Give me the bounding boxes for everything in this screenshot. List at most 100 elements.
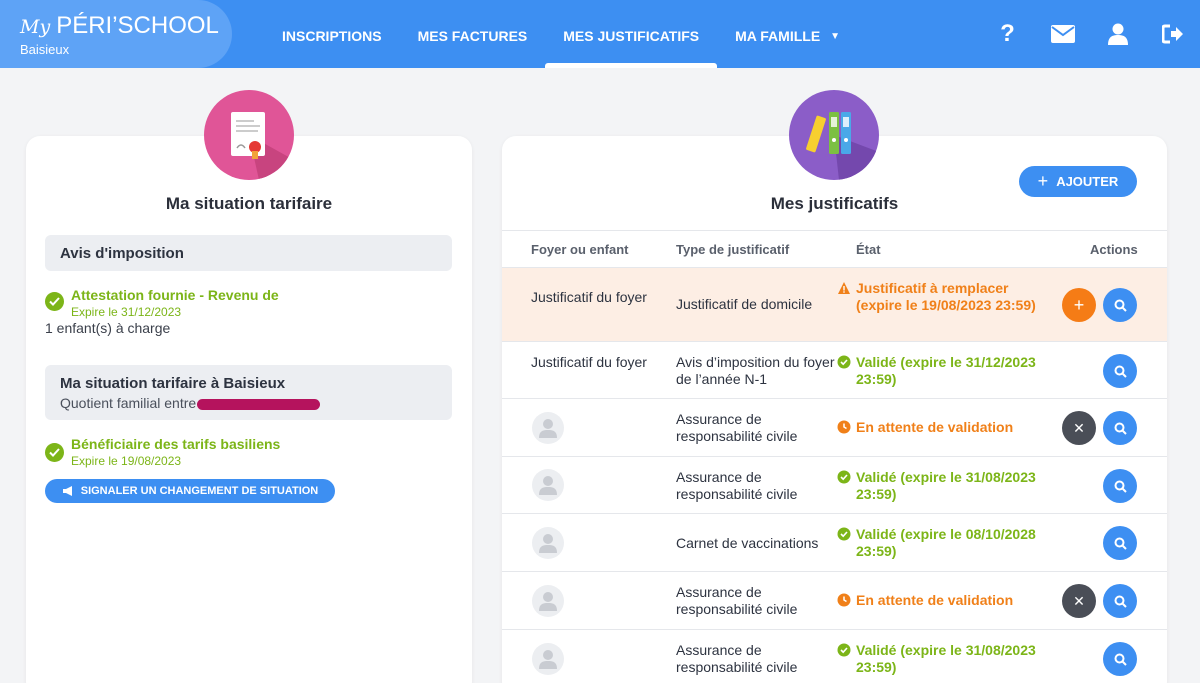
state-text: Validé (expire le 31/12/2023 23:59) xyxy=(856,354,1036,387)
table-row: Assurance de responsabilité civile En at… xyxy=(502,399,1167,457)
redacted-value xyxy=(197,398,321,410)
brand-city: Baisieux xyxy=(20,42,70,57)
type-cell: Assurance de responsabilité civile xyxy=(676,584,798,617)
tax-notice-status: Attestation fournie - Revenu de xyxy=(71,287,279,303)
type-cell: Assurance de responsabilité civile xyxy=(676,642,798,675)
nav-item-justificatifs[interactable]: MES JUSTIFICATIFS xyxy=(545,0,717,68)
check-icon xyxy=(837,527,851,541)
search-icon xyxy=(1114,537,1127,550)
add-document-button[interactable]: + AJOUTER xyxy=(1019,166,1137,197)
state-cell: Validé (expire le 08/10/2028 23:59) xyxy=(837,526,1036,560)
brand-name: PÉRI’SCHOOL xyxy=(56,12,219,39)
type-cell: Avis d’imposition du foyer de l’année N-… xyxy=(676,354,835,387)
holder-cell: Justificatif du foyer xyxy=(531,354,647,370)
table-row: Carnet de vaccinations Validé (expire le… xyxy=(502,514,1167,572)
table-row: Assurance de responsabilité civile Valid… xyxy=(502,630,1167,683)
envelope-icon[interactable] xyxy=(1035,0,1090,68)
state-cell: En attente de validation xyxy=(837,419,1036,436)
nav-label: MA FAMILLE xyxy=(735,28,821,44)
type-cell: Assurance de responsabilité civile xyxy=(676,469,798,502)
cancel-document-button[interactable]: ✕ xyxy=(1062,411,1096,445)
view-document-button[interactable] xyxy=(1103,411,1137,445)
help-icon[interactable]: ? xyxy=(980,0,1035,68)
button-label: SIGNALER UN CHANGEMENT DE SITUATION xyxy=(80,485,319,497)
search-icon xyxy=(1114,299,1127,312)
nav-item-factures[interactable]: MES FACTURES xyxy=(400,0,546,68)
card-title: Mes justificatifs xyxy=(770,194,899,213)
view-document-button[interactable] xyxy=(1103,584,1137,618)
view-document-button[interactable] xyxy=(1103,469,1137,503)
documents-card: Mes justificatifs + AJOUTER Foyer ou enf… xyxy=(502,136,1167,683)
avatar xyxy=(532,527,564,559)
plus-icon: + xyxy=(1037,171,1049,191)
view-document-button[interactable] xyxy=(1103,526,1137,560)
nav-item-famille[interactable]: MA FAMILLE ▼ xyxy=(717,0,858,68)
clock-icon xyxy=(837,593,851,607)
nav-item-inscriptions[interactable]: INSCRIPTIONS xyxy=(264,0,400,68)
avatar xyxy=(532,412,564,444)
state-cell: Justificatif à remplacer (expire le 19/0… xyxy=(838,280,1036,314)
check-icon xyxy=(837,470,851,484)
state-text: En attente de validation xyxy=(856,592,1014,608)
tariff-status: Bénéficiaire des tarifs basiliens xyxy=(71,436,281,452)
column-header-holder: Foyer ou enfant xyxy=(531,242,629,257)
user-icon[interactable] xyxy=(1090,0,1145,68)
megaphone-icon xyxy=(62,486,72,496)
nav-label: MES JUSTIFICATIFS xyxy=(563,28,700,44)
search-icon xyxy=(1114,480,1127,493)
brand-block[interactable]: My PÉRI’SCHOOL Baisieux xyxy=(0,0,232,68)
warning-icon xyxy=(838,282,850,294)
search-icon xyxy=(1114,653,1127,666)
view-document-button[interactable] xyxy=(1103,288,1137,322)
state-cell: Validé (expire le 31/08/2023 23:59) xyxy=(837,469,1036,503)
column-header-state: État xyxy=(856,242,881,257)
logout-icon[interactable] xyxy=(1145,0,1200,68)
view-document-button[interactable] xyxy=(1103,354,1137,388)
brand-prefix: My xyxy=(20,16,51,38)
search-icon xyxy=(1114,595,1127,608)
holder-cell: Justificatif du foyer xyxy=(531,289,647,305)
state-cell: Validé (expire le 31/12/2023 23:59) xyxy=(837,354,1036,388)
section-title: Avis d'imposition xyxy=(60,245,184,262)
check-icon xyxy=(45,443,64,462)
report-change-button[interactable]: SIGNALER UN CHANGEMENT DE SITUATION xyxy=(45,479,335,503)
cancel-document-button[interactable]: ✕ xyxy=(1062,584,1096,618)
top-navbar: My PÉRI’SCHOOL Baisieux INSCRIPTIONS MES … xyxy=(0,0,1200,68)
replace-document-button[interactable]: + xyxy=(1062,288,1096,322)
search-icon xyxy=(1114,422,1127,435)
family-quotient: Quotient familial entre xyxy=(60,395,321,411)
table-row: Assurance de responsabilité civile Valid… xyxy=(502,457,1167,514)
nav-label: MES FACTURES xyxy=(417,28,528,44)
section-title: Ma situation tarifaire à Baisieux xyxy=(60,375,286,392)
view-document-button[interactable] xyxy=(1103,642,1137,676)
certificate-icon xyxy=(204,90,294,180)
table-row: Justificatif du foyer Justificatif de do… xyxy=(502,268,1167,342)
check-icon xyxy=(45,292,64,311)
card-title: Ma situation tarifaire xyxy=(165,194,333,213)
state-text: Justificatif à remplacer (expire le 19/0… xyxy=(856,280,1036,313)
family-quotient-label: Quotient familial entre xyxy=(60,395,197,411)
clock-icon xyxy=(837,420,851,434)
check-icon xyxy=(837,355,851,369)
main-nav: INSCRIPTIONS MES FACTURES MES JUSTIFICAT… xyxy=(264,0,858,68)
chevron-down-icon: ▼ xyxy=(830,31,841,43)
avatar xyxy=(532,643,564,675)
state-text: En attente de validation xyxy=(856,419,1014,435)
state-cell: En attente de validation xyxy=(837,592,1036,609)
search-icon xyxy=(1114,365,1127,378)
column-header-actions: Actions xyxy=(1090,242,1138,257)
column-header-type: Type de justificatif xyxy=(676,242,790,257)
type-cell: Assurance de responsabilité civile xyxy=(676,411,798,444)
type-cell: Carnet de vaccinations xyxy=(676,535,819,551)
tariff-situation-card: Ma situation tarifaire Avis d'imposition… xyxy=(26,136,472,683)
nav-label: INSCRIPTIONS xyxy=(282,28,382,44)
tariff-expiry: Expire le 19/08/2023 xyxy=(71,454,182,468)
state-text: Validé (expire le 31/08/2023 23:59) xyxy=(856,642,1036,675)
tariff-box: Ma situation tarifaire à Baisieux Quotie… xyxy=(45,365,452,420)
header-actions: ? xyxy=(980,0,1200,68)
table-row: Justificatif du foyer Avis d’imposition … xyxy=(502,342,1167,399)
state-cell: Validé (expire le 31/08/2023 23:59) xyxy=(837,642,1036,676)
binders-icon xyxy=(789,90,879,180)
table-header: Foyer ou enfant Type de justificatif Éta… xyxy=(502,230,1167,268)
avatar xyxy=(532,469,564,501)
